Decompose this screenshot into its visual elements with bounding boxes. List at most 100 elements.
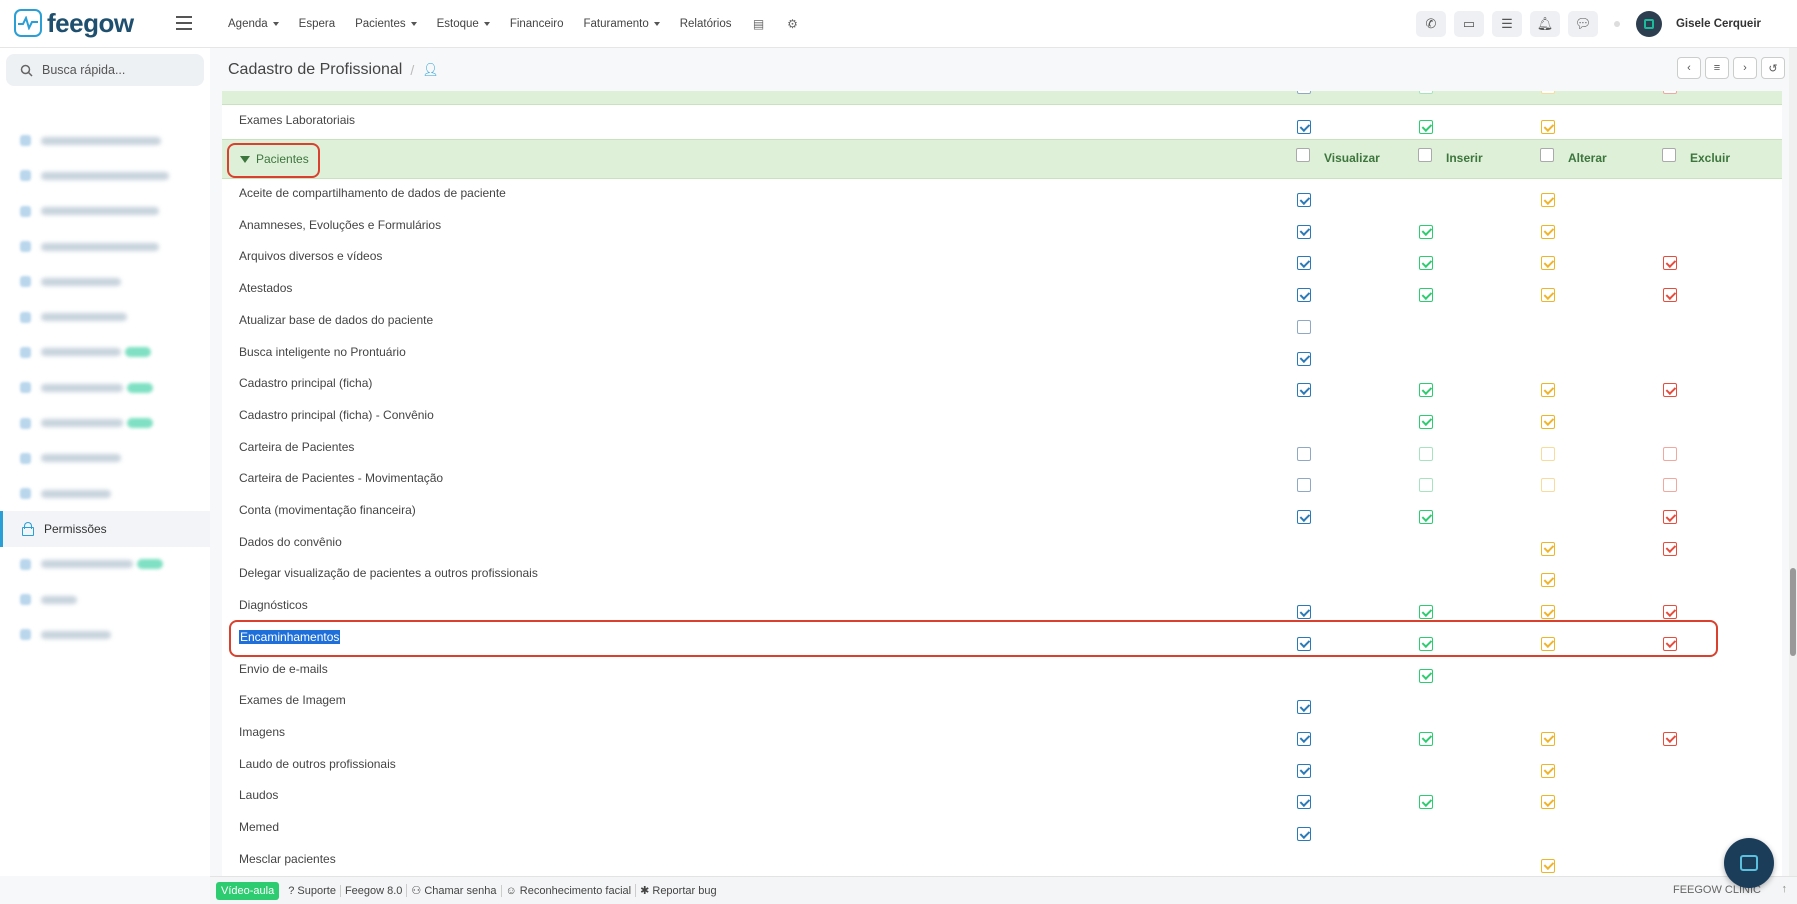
phone-icon[interactable]: ✆ [1415,11,1446,37]
insert-checkbox[interactable] [1419,120,1433,134]
previous-group-insert-checkbox[interactable] [1419,91,1433,94]
delete-checkbox[interactable] [1663,541,1677,556]
database-icon[interactable]: ▤ [752,17,766,31]
sidebar-item[interactable] [0,370,210,405]
previous-group-edit-checkbox[interactable] [1541,91,1555,94]
insert-checkbox[interactable] [1419,668,1433,683]
view-checkbox[interactable] [1297,288,1311,303]
sidebar-item[interactable] [0,335,210,370]
view-checkbox[interactable] [1297,446,1311,461]
nav-item-3[interactable]: Estoque [437,18,490,30]
delete-checkbox[interactable] [1663,478,1677,493]
edit-checkbox[interactable] [1541,541,1555,556]
previous-group-delete-checkbox[interactable] [1663,91,1677,94]
edit-checkbox[interactable] [1541,446,1555,461]
insert-checkbox[interactable] [1419,510,1433,524]
view-checkbox[interactable] [1297,510,1311,524]
edit-checkbox[interactable] [1541,478,1555,493]
view-checkbox[interactable] [1297,120,1311,134]
delete-checkbox[interactable] [1663,731,1677,746]
sidebar-item[interactable] [0,441,210,476]
view-checkbox[interactable] [1297,193,1311,207]
history-button[interactable]: ↺ [1761,57,1785,79]
footer-link-4[interactable]: ✱ Reportar bug [635,884,721,897]
edit-checkbox[interactable] [1541,414,1555,429]
view-checkbox[interactable] [1297,700,1311,715]
nav-item-4[interactable]: Financeiro [510,18,564,30]
scrollbar-thumb[interactable] [1790,568,1796,656]
sidebar-item-permissoes[interactable]: Permissões [0,511,210,547]
edit-checkbox[interactable] [1541,573,1555,588]
edit-checkbox[interactable] [1541,288,1555,303]
previous-record-button[interactable]: ‹ [1677,57,1701,79]
select-all-delete-checkbox[interactable] [1662,148,1676,162]
view-checkbox[interactable] [1297,351,1311,366]
select-all-edit-checkbox[interactable] [1540,148,1554,162]
nav-item-1[interactable]: Espera [299,18,335,30]
footer-link-3[interactable]: ☺ Reconhecimento facial [500,884,636,897]
sidebar-item[interactable] [0,194,210,229]
user-profile-icon[interactable]: 👤︎ [422,62,439,78]
nav-item-6[interactable]: Relatórios [680,18,732,30]
insert-checkbox[interactable] [1419,731,1433,746]
view-checkbox[interactable] [1297,731,1311,746]
delete-checkbox[interactable] [1663,510,1677,524]
view-checkbox[interactable] [1297,795,1311,810]
sidebar-item[interactable] [0,229,210,264]
sidebar-item[interactable] [0,617,210,652]
insert-checkbox[interactable] [1419,288,1433,303]
sidebar-item[interactable] [0,264,210,299]
edit-checkbox[interactable] [1541,795,1555,810]
insert-checkbox[interactable] [1419,414,1433,429]
footer-link-1[interactable]: Feegow 8.0 [339,884,406,897]
inbox-icon[interactable]: ▭ [1453,11,1484,37]
delete-checkbox[interactable] [1663,605,1677,620]
edit-checkbox[interactable] [1541,605,1555,620]
previous-group-view-checkbox[interactable] [1297,91,1311,94]
chat-widget-button[interactable] [1724,838,1774,888]
view-checkbox[interactable] [1297,256,1311,271]
chat-icon[interactable]: 💬︎ [1567,11,1598,37]
sidebar-item[interactable] [0,123,210,158]
video-lesson-button[interactable]: Vídeo-aula [216,881,280,900]
list-view-button[interactable]: ≡ [1705,57,1729,79]
menu-toggle-icon[interactable] [176,14,192,32]
delete-checkbox[interactable] [1663,383,1677,398]
page-scrollbar[interactable] [1789,48,1797,876]
footer-link-2[interactable]: ⚇ Chamar senha [406,884,500,897]
scroll-top-icon[interactable]: ↑ [1782,883,1788,895]
view-checkbox[interactable] [1297,478,1311,493]
sidebar-item[interactable] [0,476,210,511]
quick-search[interactable] [6,54,204,86]
view-checkbox[interactable] [1297,319,1311,334]
edit-checkbox[interactable] [1541,193,1555,207]
sidebar-item[interactable] [0,405,210,440]
sidebar-item[interactable] [0,299,210,334]
select-all-view-checkbox[interactable] [1296,148,1310,162]
group-header-pacientes[interactable]: Pacientes Visualizar Inserir Alterar Excluir [222,139,1782,179]
edit-checkbox[interactable] [1541,858,1555,873]
insert-checkbox[interactable] [1419,478,1433,493]
search-input[interactable] [42,63,192,77]
delete-checkbox[interactable] [1663,288,1677,303]
footer-link-0[interactable]: ? Suporte [284,885,340,897]
delete-checkbox[interactable] [1663,446,1677,461]
edit-checkbox[interactable] [1541,383,1555,398]
view-checkbox[interactable] [1297,383,1311,398]
insert-checkbox[interactable] [1419,383,1433,398]
task-list-icon[interactable]: ☰ [1491,11,1522,37]
nav-item-0[interactable]: Agenda [228,18,279,30]
edit-checkbox[interactable] [1541,731,1555,746]
insert-checkbox[interactable] [1419,446,1433,461]
sidebar-item[interactable] [0,158,210,193]
insert-checkbox[interactable] [1419,224,1433,239]
edit-checkbox[interactable] [1541,256,1555,271]
nav-item-5[interactable]: Faturamento [584,18,660,30]
delete-checkbox[interactable] [1663,256,1677,271]
edit-checkbox[interactable] [1541,120,1555,134]
user-name[interactable]: Gisele Cerqueir [1676,18,1761,30]
view-checkbox[interactable] [1297,827,1311,841]
view-checkbox[interactable] [1297,224,1311,239]
sidebar-item[interactable] [0,547,210,582]
nav-item-2[interactable]: Pacientes [355,18,417,30]
